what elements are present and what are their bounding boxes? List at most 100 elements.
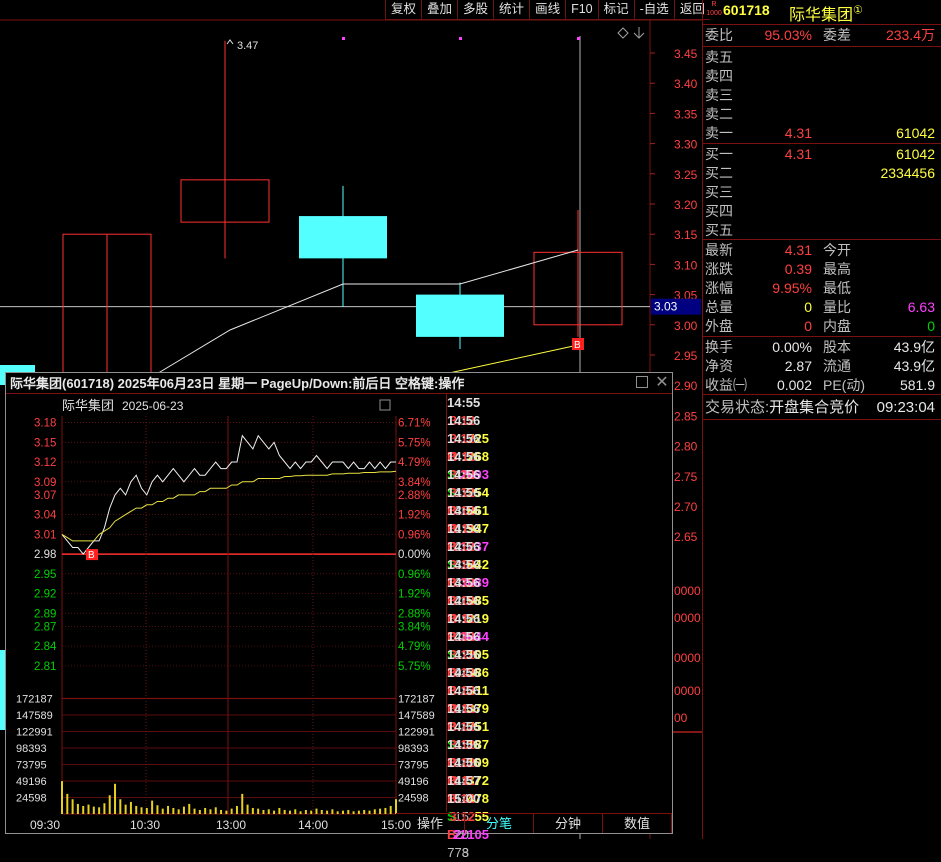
toolbar-button-1[interactable]: 叠加 <box>421 0 458 20</box>
stock-code: 601718 <box>723 2 770 18</box>
tick-time: 14:56 <box>447 539 481 554</box>
time-axis-label: 10:30 <box>130 818 160 832</box>
price-label: 2.95 <box>674 349 698 363</box>
sell-level-1-volume: 61042 <box>896 125 935 141</box>
tick-time: 14:56 <box>447 521 481 536</box>
buy-level-1-volume: 61042 <box>896 146 935 162</box>
tick-list[interactable]: 14:55 3.12 725 B 13 14:56 3.12 268 S 17 14:56 3.11 2… <box>446 394 673 860</box>
volume-axis-label-right: 73795 <box>398 759 429 771</box>
buy-level-3: 买三 <box>705 183 937 202</box>
price-axis-label: 2.87 <box>34 621 56 633</box>
stat-label: 最低 <box>823 280 851 296</box>
price-label: 3.45 <box>674 47 698 61</box>
price-label: 2.65 <box>674 530 698 544</box>
buy-level-4-label: 买四 <box>705 203 733 219</box>
toolbar-button-0[interactable]: 复权 <box>385 0 422 20</box>
stat-row: 涨跌 0.39 最高 <box>705 260 937 279</box>
high-pointer-icon <box>226 39 234 45</box>
time-axis-label: 09:30 <box>30 818 60 832</box>
tab-0[interactable]: 操作 <box>396 814 465 833</box>
volume-axis-label: 00 <box>674 711 688 725</box>
tick-row: 14:55 3.12 725 B 13 <box>447 394 673 482</box>
volume-axis-label: 0000 <box>674 611 701 625</box>
toolbar-button-6[interactable]: 标记 <box>597 0 634 20</box>
price-label: 3.30 <box>674 138 698 152</box>
toolbar-button-4[interactable]: 画线 <box>529 0 566 20</box>
sell-level-1-label: 卖一 <box>705 125 733 141</box>
maximize-icon[interactable] <box>636 376 648 388</box>
price-axis-label: 2.98 <box>34 549 56 561</box>
fin-label: PE(动) <box>823 377 865 393</box>
inner-stock-name: 际华集团 <box>62 398 114 413</box>
price-axis-label: 2.81 <box>34 661 56 673</box>
tick-time: 14:56 <box>447 629 481 644</box>
price-axis-label: 3.18 <box>34 418 56 430</box>
pct-axis-label: 5.75% <box>398 437 431 449</box>
fin-label: 股本 <box>823 339 851 355</box>
intraday-chart[interactable]: 际华集团 2025-06-23 3.18 6.71% 3.15 5.75% 3.12 4.79… <box>6 394 446 833</box>
price-axis-label: 3.12 <box>34 457 56 469</box>
price-label: 2.80 <box>674 440 698 454</box>
toolbar-button-2[interactable]: 多股 <box>457 0 494 20</box>
fin-row: 净资 2.87 流通 43.9亿 <box>705 357 937 376</box>
stat-value: 9.95% <box>772 280 812 296</box>
tick-row: 14:56 3.12 105 B 8 <box>447 610 673 698</box>
toolbar-button-7[interactable]: -自选 <box>633 0 674 20</box>
stat-label: 内盘 <box>823 318 851 334</box>
webi-row: 委比 95.03% 委差 233.4万 <box>705 27 935 43</box>
stat-row: 外盘 0 内盘 0 <box>705 317 937 336</box>
toolbar: 复权 叠加 多股 统计 画线 F10 标记 -自选 返回 <box>385 0 710 20</box>
sell-level-1: 卖一 4.31 61042 <box>705 124 937 143</box>
stat-row: 最新 4.31 今开 <box>705 241 937 260</box>
popup-title: 际华集团(601718) 2025年06月23日 星期一 PageUp/Down… <box>6 373 672 394</box>
pct-axis-label: 6.71% <box>398 418 431 430</box>
close-icon[interactable]: ✕ <box>654 373 670 393</box>
stat-value: 0 <box>804 318 812 334</box>
tab-2[interactable]: 分钟 <box>534 814 603 833</box>
cursor-price: 3.03 <box>654 300 678 314</box>
volume-axis-label: 172187 <box>16 693 53 705</box>
fin-row: 收益㈠ 0.002 PE(动) 581.9 <box>705 376 937 395</box>
stat-label: 今开 <box>823 242 851 258</box>
buy-level-5-label: 买五 <box>705 222 733 238</box>
price-axis-label: 2.84 <box>34 641 57 653</box>
price-label: 3.35 <box>674 107 698 121</box>
tick-time: 14:56 <box>447 503 481 518</box>
candle-body <box>416 294 504 337</box>
volume-axis-label-right: 49196 <box>398 776 429 788</box>
tick-time: 14:56 <box>447 611 481 626</box>
pct-axis-label: 1.92% <box>398 589 431 601</box>
tick-time: 14:56 <box>447 467 481 482</box>
tick-time: 14:56 <box>447 755 481 770</box>
pct-axis-label: 2.88% <box>398 490 431 502</box>
toolbar-button-3[interactable]: 统计 <box>493 0 530 20</box>
tick-time: 14:56 <box>447 485 481 500</box>
stock-name: 际华集团① <box>789 4 863 24</box>
volume-axis-label-right: 172187 <box>398 693 435 705</box>
tick-row: 14:56 3.12 947 B 33 <box>447 484 673 572</box>
buy-marker: B <box>574 340 581 351</box>
sell-level-3-label: 卖三 <box>705 87 733 103</box>
sell-level-2-label: 卖二 <box>705 106 733 122</box>
fin-label: 净资 <box>705 358 733 374</box>
market-badge: R 1000 <box>706 1 722 17</box>
tick-row: 14:57 3.12 55 B 3 <box>447 772 673 860</box>
tick-row: 15:00 3.12 22105 778 <box>447 790 673 860</box>
volume-axis-label: 122991 <box>16 726 53 738</box>
buy-level-1-price: 4.31 <box>784 146 812 162</box>
buy-level-1: 买一 4.31 61042 <box>705 145 937 164</box>
buy-level-4: 买四 <box>705 202 937 221</box>
tick-row: 14:56 3.11 1237 S 32 <box>447 502 673 590</box>
fin-label: 流通 <box>823 358 851 374</box>
toolbar-button-5[interactable]: F10 <box>565 0 598 20</box>
fin-value: 2.87 <box>784 358 812 374</box>
intraday-popup[interactable]: 际华集团(601718) 2025年06月23日 星期一 PageUp/Down… <box>5 372 673 860</box>
stat-label: 最高 <box>823 261 851 277</box>
sell-level-3: 卖三 <box>705 86 937 105</box>
tick-row: 14:56 3.12 254 B 12 <box>447 448 673 536</box>
tab-3[interactable]: 数值 <box>603 814 672 833</box>
diamond-icon <box>617 27 629 39</box>
price-axis-label: 2.92 <box>34 589 56 601</box>
tab-1[interactable]: 分笔 <box>465 814 534 833</box>
volume-axis-label-right: 24598 <box>398 793 429 805</box>
